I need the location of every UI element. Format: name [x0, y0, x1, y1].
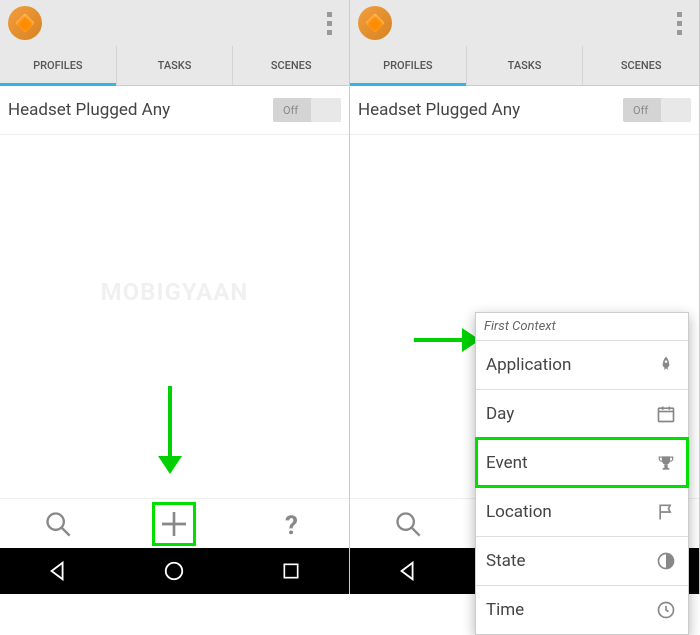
tasker-logo	[8, 6, 42, 40]
flag-icon	[654, 500, 678, 524]
context-item-label: Day	[486, 404, 654, 424]
tab-tasks[interactable]: TASKS	[117, 46, 234, 85]
screen-right: PROFILES TASKS SCENES Headset Plugged An…	[350, 0, 700, 594]
nav-recent-icon[interactable]	[271, 551, 311, 591]
profile-toggle[interactable]: Off	[273, 98, 341, 122]
profile-toggle[interactable]: Off	[623, 98, 691, 122]
context-item-label: Application	[486, 355, 654, 375]
context-item-day[interactable]: Day	[476, 389, 688, 438]
toggle-label: Off	[633, 104, 648, 117]
context-menu-title: First Context	[476, 313, 688, 340]
clock-icon	[654, 598, 678, 622]
nav-back-icon[interactable]	[388, 551, 428, 591]
context-item-label: Time	[486, 600, 654, 620]
nav-home-icon[interactable]	[154, 551, 194, 591]
context-item-label: Location	[486, 502, 654, 522]
profile-name: Headset Plugged Any	[8, 100, 273, 120]
annotation-arrow-down	[158, 386, 182, 474]
profiles-content: Headset Plugged Any Off First Context Ap…	[350, 86, 699, 498]
overflow-menu-icon[interactable]	[317, 12, 341, 35]
context-item-event[interactable]: Event	[476, 438, 688, 487]
rocket-icon	[654, 353, 678, 377]
contrast-icon	[654, 549, 678, 573]
context-item-location[interactable]: Location	[476, 487, 688, 536]
overflow-menu-icon[interactable]	[667, 12, 691, 35]
annotation-arrow-right	[414, 328, 480, 352]
profile-row[interactable]: Headset Plugged Any Off	[350, 86, 699, 135]
context-item-state[interactable]: State	[476, 536, 688, 585]
context-item-time[interactable]: Time	[476, 585, 688, 634]
screen-left: PROFILES TASKS SCENES Headset Plugged An…	[0, 0, 350, 594]
context-item-label: State	[486, 551, 654, 571]
profile-row[interactable]: Headset Plugged Any Off	[0, 86, 349, 135]
watermark: MOBIGYAAN	[101, 278, 249, 306]
search-icon[interactable]	[392, 508, 424, 540]
tab-profiles[interactable]: PROFILES	[0, 46, 117, 85]
nav-back-icon[interactable]	[38, 551, 78, 591]
help-icon[interactable]: ?	[275, 508, 307, 540]
trophy-icon	[654, 451, 678, 475]
context-item-application[interactable]: Application	[476, 340, 688, 389]
app-header	[350, 0, 699, 46]
search-icon[interactable]	[42, 508, 74, 540]
profiles-content: Headset Plugged Any Off MOBIGYAAN	[0, 86, 349, 498]
calendar-icon	[654, 402, 678, 426]
android-nav-bar	[0, 548, 349, 594]
tasker-logo	[358, 6, 392, 40]
app-header	[0, 0, 349, 46]
bottom-toolbar: ?	[0, 498, 349, 548]
context-menu: First Context Application Day Event Loca…	[475, 312, 689, 635]
add-button[interactable]	[158, 508, 190, 540]
context-item-label: Event	[486, 453, 654, 473]
tab-bar: PROFILES TASKS SCENES	[350, 46, 699, 86]
profile-name: Headset Plugged Any	[358, 100, 623, 120]
tab-scenes[interactable]: SCENES	[233, 46, 349, 85]
tab-bar: PROFILES TASKS SCENES	[0, 46, 349, 86]
tab-tasks[interactable]: TASKS	[467, 46, 584, 85]
tab-profiles[interactable]: PROFILES	[350, 46, 467, 85]
tab-scenes[interactable]: SCENES	[583, 46, 699, 85]
svg-text:?: ?	[285, 511, 298, 539]
toggle-label: Off	[283, 104, 298, 117]
